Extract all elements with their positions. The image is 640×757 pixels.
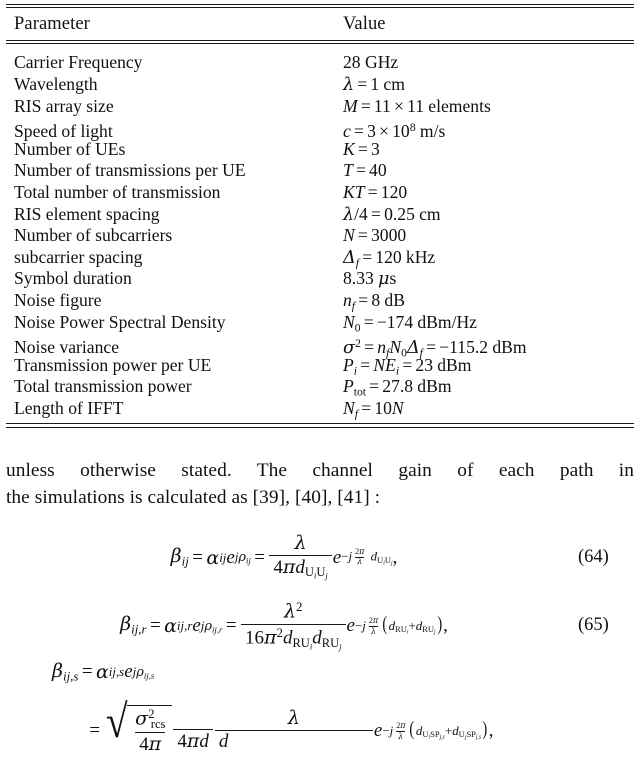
table-row: Noise variance σ2 = nfN0Δf = −115.2 dBm <box>6 333 634 360</box>
table-row: RIS element spacing λ/4 = 0.25 cm <box>6 204 634 226</box>
row-value: T = 40 <box>343 160 387 181</box>
row-label: RIS element spacing <box>14 203 160 224</box>
table-row: Noise figure nf = 8 dB <box>6 290 634 312</box>
table-row: Noise Power Spectral Density N0 = −174 dBm/… <box>6 312 634 334</box>
equation-65: βij,r = α ij,r e jρij,r = λ2 16π2dRUidRUj e… <box>0 600 640 652</box>
table-row: Wavelength λ = 1 cm <box>6 74 634 96</box>
row-value: KT = 120 <box>343 181 408 202</box>
table-row: RIS array size M = 11 × 11 elements <box>6 96 634 118</box>
table-row: Speed of light c = 3 × 108 m/s <box>6 117 634 141</box>
equation-64-expression: βij = α ij e jρij = λ 4πdUiUj e −j 2π λ dUiUj … <box>170 532 398 581</box>
column-header-value: Value <box>343 14 386 35</box>
equation-64-number: (64) <box>578 547 609 568</box>
table-row: Carrier Frequency 28 GHz <box>6 52 634 74</box>
row-value: N = 3000 <box>343 225 407 246</box>
table-row: Transmission power per UE Pi = NEi = 23 dBm <box>6 355 634 377</box>
table-row: Symbol duration 8.33 μs <box>6 268 634 290</box>
row-label: Length of IFFT <box>14 397 124 418</box>
table-row: Number of transmissions per UE T = 40 <box>6 160 634 182</box>
table-row: Number of UEs K = 3 <box>6 139 634 161</box>
table-body: Carrier Frequency 28 GHz Wavelength λ = 1 c… <box>6 44 634 423</box>
parameters-table: Parameter Value Carrier Frequency 28 GHz… <box>6 4 634 428</box>
row-value: M = 11 × 11 elements <box>343 95 491 116</box>
table-row: subcarrier spacing Δf = 120 kHz <box>6 247 634 269</box>
row-label: Number of subcarriers <box>14 225 173 246</box>
equation-66-line2: = √ σ2rcs 4π 4πd λ d e −j 2π λ (dUiSPj,s… <box>0 697 640 756</box>
row-value: 28 GHz <box>343 52 399 73</box>
equation-66-clipped: βij,s = α ij,s e jρij,s = √ σ2rcs 4π 4πd… <box>0 660 640 757</box>
row-label: Transmission power per UE <box>14 354 212 375</box>
row-label: Carrier Frequency <box>14 52 143 73</box>
row-label: Noise figure <box>14 289 102 310</box>
row-label: subcarrier spacing <box>14 246 143 267</box>
equation-65-expression: βij,r = α ij,r e jρij,r = λ2 16π2dRUidRUj e… <box>120 599 448 652</box>
table-row: Total number of transmission KT = 120 <box>6 182 634 204</box>
row-value: Nf = 10N <box>343 397 404 421</box>
equation-66-expression-line2: = √ σ2rcs 4π 4πd λ d e −j 2π λ (dUiSPj,s… <box>89 697 494 756</box>
equation-64: βij = α ij e jρij = λ 4πdUiUj e −j 2π λ dUiUj … <box>0 532 640 581</box>
row-label: Total number of transmission <box>14 181 221 202</box>
row-label: Total transmission power <box>14 376 192 397</box>
row-label: Wavelength <box>14 73 98 94</box>
row-label: Noise Power Spectral Density <box>14 311 226 332</box>
row-value: K = 3 <box>343 138 380 159</box>
table-row: Length of IFFT Nf = 10N <box>6 398 634 420</box>
body-paragraph: unless otherwise stated. The channel gai… <box>6 458 634 511</box>
table-header-row: Parameter Value <box>6 8 634 40</box>
row-label: Number of UEs <box>14 138 126 159</box>
row-value: λ/4 = 0.25 cm <box>343 203 441 225</box>
paragraph-line-2: the simulations is calculated as [39], [… <box>6 486 381 508</box>
row-value: 8.33 μs <box>343 268 397 290</box>
equation-65-number: (65) <box>578 615 609 636</box>
paragraph-line-1: unless otherwise stated. The channel gai… <box>6 460 634 481</box>
square-root-icon: √ σ2rcs 4π <box>104 699 173 756</box>
table-row: Number of subcarriers N = 3000 <box>6 225 634 247</box>
row-value: λ = 1 cm <box>343 73 405 95</box>
row-label: RIS array size <box>14 95 114 116</box>
equation-66-expression-line1: βij,s = α ij,s e jρij,s <box>52 660 155 684</box>
table-row: Total transmission power Ptot = 27.8 dBm <box>6 376 634 398</box>
row-label: Number of transmissions per UE <box>14 160 246 181</box>
column-header-parameter: Parameter <box>14 14 90 35</box>
row-label: Symbol duration <box>14 268 132 289</box>
equation-66-line1: βij,s = α ij,s e jρij,s <box>0 660 640 685</box>
